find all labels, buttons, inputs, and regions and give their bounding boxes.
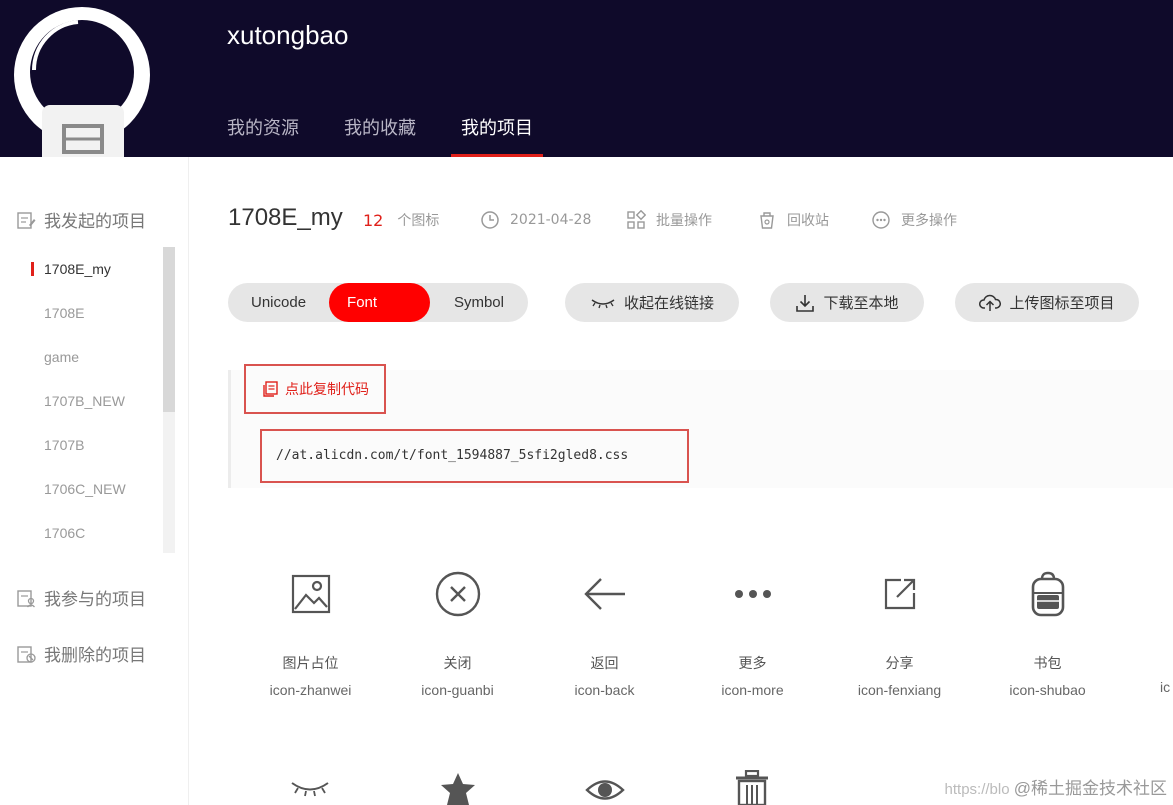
cloud-upload-icon [979, 294, 1002, 311]
copy-code-label: 点此复制代码 [285, 382, 369, 398]
sidebar-item-game[interactable]: game [16, 335, 175, 379]
copy-code-button[interactable]: 点此复制代码 [244, 364, 386, 414]
icon-class-name: icon-back [574, 682, 635, 698]
edit-doc-icon [17, 211, 36, 229]
icon-card[interactable]: 书包 icon-shubao [974, 569, 1121, 698]
tab-font-class[interactable]: Font class [329, 283, 430, 350]
share-icon [884, 578, 915, 610]
format-switch: Unicode Font class Symbol [228, 283, 528, 350]
recycle-bin[interactable]: 回收站 [757, 210, 829, 230]
icon-card[interactable]: 返回 icon-back [531, 569, 678, 698]
sidebar-item-1707b[interactable]: 1707B [16, 423, 175, 467]
grid-icon [627, 210, 646, 229]
clock-icon [481, 211, 499, 229]
tab-unicode[interactable]: Unicode [228, 283, 329, 322]
icon-name-cn: 书包 [1033, 656, 1062, 672]
icon-name-cn: 关闭 [443, 656, 472, 672]
tab-my-favorites[interactable]: 我的收藏 [344, 114, 416, 157]
deleted-projects-heading[interactable]: 我删除的项目 [16, 641, 146, 666]
project-list: 1708E_my 1708E game 1707B_NEW 1707B 1706… [16, 247, 175, 553]
copy-icon [263, 381, 278, 397]
star-icon[interactable] [440, 772, 476, 805]
profile-header: xutongbao 我的资源 我的收藏 我的项目 [0, 0, 1173, 157]
icon-count-unit: 个图标 [397, 213, 440, 229]
icon-class-name: icon-shubao [1009, 682, 1086, 698]
css-url[interactable]: //at.alicdn.com/t/font_1594887_5sfi2gled… [260, 429, 689, 483]
project-sidebar: 我发起的项目 1708E_my 1708E game 1707B_NEW 170… [0, 157, 189, 805]
batch-operation-label: 批量操作 [656, 213, 712, 229]
icon-card[interactable]: 更多 icon-more [679, 569, 826, 698]
download-label: 下载至本地 [823, 294, 899, 312]
joined-projects-heading[interactable]: 我参与的项目 [16, 585, 146, 610]
icon-class-name: icon-guanbi [421, 682, 494, 698]
joined-projects-label: 我参与的项目 [44, 590, 146, 610]
avatar[interactable] [14, 0, 152, 157]
partial-icon-class-name: ic [1160, 679, 1171, 695]
profile-tabs: 我的资源 我的收藏 我的项目 [227, 114, 578, 157]
icon-class-name: icon-more [721, 682, 784, 698]
icon-name-cn: 返回 [590, 656, 619, 672]
collapse-link-label: 收起在线链接 [623, 294, 714, 312]
project-date-value: 2021-04-28 [510, 212, 592, 228]
project-date: 2021-04-28 [480, 210, 591, 230]
eye-icon[interactable] [585, 775, 625, 805]
arrow-left-icon [583, 578, 625, 610]
username: xutongbao [227, 20, 349, 50]
icon-card[interactable]: 图片占位 icon-zhanwei [237, 569, 384, 698]
sidebar-scrollbar[interactable] [163, 247, 175, 553]
more-dots-icon [734, 590, 771, 598]
eye-closed-icon [591, 298, 615, 308]
deleted-doc-icon [17, 645, 36, 663]
eye-closed-icon[interactable] [290, 778, 330, 802]
more-operations-label: 更多操作 [901, 213, 957, 229]
watermark-url: https://blo [944, 781, 1010, 798]
download-icon [796, 294, 815, 312]
sidebar-item-1706c[interactable]: 1706C [16, 511, 175, 555]
icon-class-name: icon-zhanwei [269, 682, 352, 698]
icon-name-cn: 更多 [738, 656, 767, 672]
sidebar-item-1708e-my[interactable]: 1708E_my [16, 247, 175, 291]
close-circle-icon [435, 571, 480, 617]
upload-label: 上传图标至项目 [1009, 294, 1115, 312]
icon-count-value: 12 [363, 210, 384, 230]
watermark-brand: @稀土掘金技术社区 [1013, 779, 1167, 798]
more-operations[interactable]: 更多操作 [871, 210, 957, 230]
deleted-projects-label: 我删除的项目 [44, 646, 146, 666]
backpack-icon [1031, 571, 1064, 617]
sidebar-item-1707b-new[interactable]: 1707B_NEW [16, 379, 175, 423]
tab-symbol[interactable]: Symbol [430, 283, 528, 322]
my-projects-label: 我发起的项目 [44, 212, 146, 232]
icon-count: 12 个图标 [363, 210, 439, 230]
project-title: 1708E_my [228, 204, 343, 231]
sidebar-item-1708e[interactable]: 1708E [16, 291, 175, 335]
upload-button[interactable]: 上传图标至项目 [955, 283, 1139, 322]
icon-name-cn: 分享 [885, 656, 914, 672]
icon-class-name: icon-fenxiang [857, 682, 942, 698]
icon-name-cn: 图片占位 [282, 656, 339, 672]
recycle-bin-label: 回收站 [787, 213, 829, 229]
collapse-link-button[interactable]: 收起在线链接 [565, 283, 739, 322]
watermark: https://blo @稀土掘金技术社区 [945, 774, 1167, 799]
more-circle-icon [872, 211, 890, 229]
batch-operation[interactable]: 批量操作 [626, 210, 712, 230]
people-doc-icon [17, 589, 35, 607]
image-placeholder-icon [291, 574, 330, 614]
my-projects-heading[interactable]: 我发起的项目 [16, 207, 146, 232]
tab-my-projects[interactable]: 我的项目 [451, 114, 543, 157]
trash-icon [760, 212, 774, 229]
icon-card[interactable]: 分享 icon-fenxiang [826, 569, 973, 698]
download-button[interactable]: 下载至本地 [770, 283, 924, 322]
sidebar-item-1706c-new[interactable]: 1706C_NEW [16, 467, 175, 511]
tab-my-resources[interactable]: 我的资源 [227, 114, 299, 157]
icon-card[interactable]: 关闭 icon-guanbi [384, 569, 531, 698]
scrollbar-thumb[interactable] [163, 247, 175, 412]
trash-icon[interactable] [734, 769, 770, 805]
